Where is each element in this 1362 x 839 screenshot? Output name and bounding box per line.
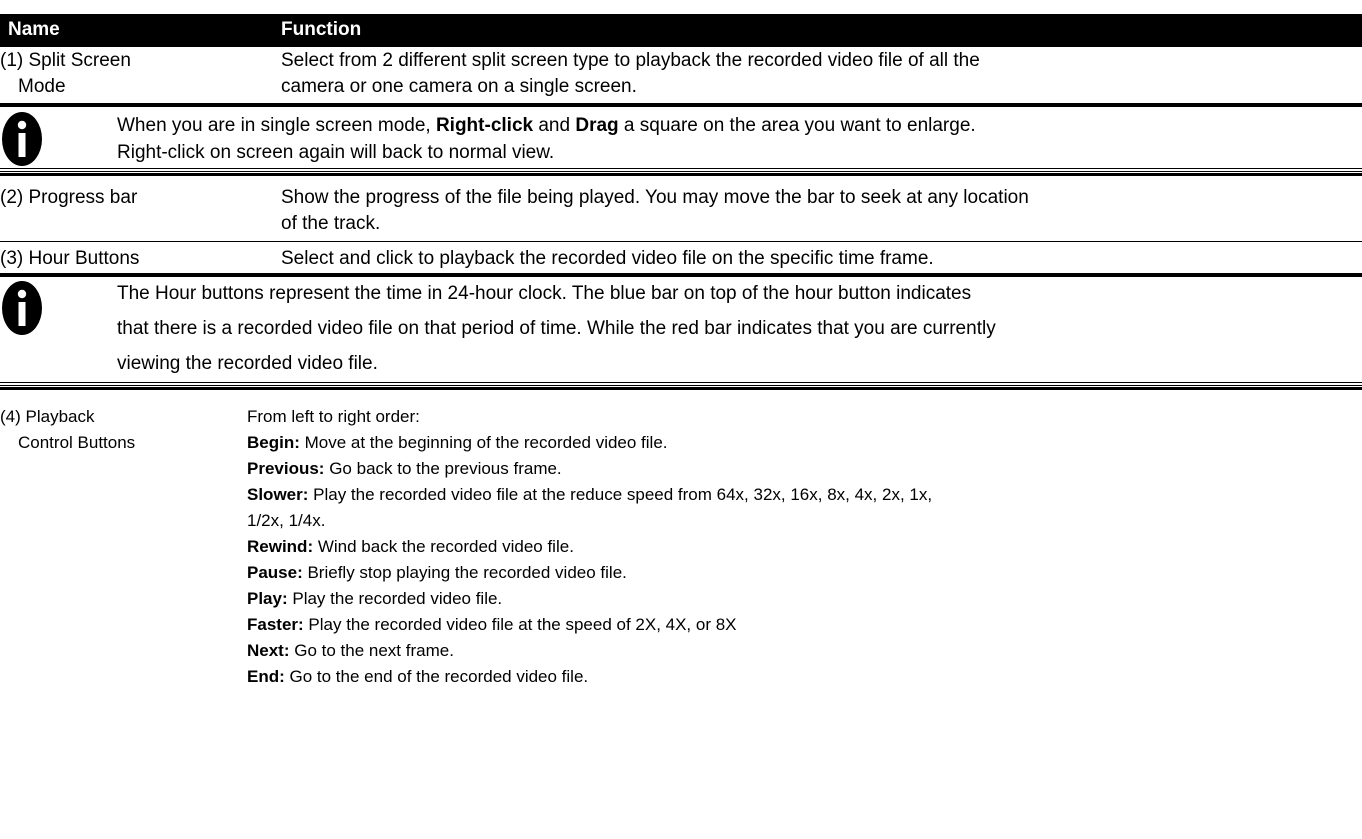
note2-line2: that there is a recorded video file on t… bbox=[117, 318, 996, 339]
list-item-slower-cont: 1/2x, 1/4x. bbox=[247, 511, 326, 530]
list-item-previous: Previous: Go back to the previous frame. bbox=[247, 459, 562, 478]
list-item-begin: Begin: Move at the beginning of the reco… bbox=[247, 433, 668, 452]
divider bbox=[0, 168, 1362, 169]
row2-desc-line1: Show the progress of the file being play… bbox=[281, 187, 1029, 208]
note1-line2: Right-click on screen again will back to… bbox=[117, 142, 555, 163]
list-item-end: End: Go to the end of the recorded video… bbox=[247, 667, 589, 686]
list-item-rewind: Rewind: Wind back the recorded video fil… bbox=[247, 537, 574, 556]
row3-desc: Select and click to playback the recorde… bbox=[281, 248, 934, 269]
divider bbox=[0, 273, 1362, 277]
list-item-play: Play: Play the recorded video file. bbox=[247, 589, 503, 608]
row1-desc-line2: camera or one camera on a single screen. bbox=[281, 76, 637, 97]
row2-desc-line2: of the track. bbox=[281, 213, 381, 234]
row1-desc-line1: Select from 2 different split screen typ… bbox=[281, 50, 980, 71]
note1-line1: When you are in single screen mode, Righ… bbox=[117, 115, 976, 136]
info-icon bbox=[2, 112, 42, 166]
divider bbox=[0, 241, 1362, 242]
row3-name: (3) Hour Buttons bbox=[0, 248, 140, 269]
row1-name-line2: Mode bbox=[18, 76, 66, 97]
row2-name: (2) Progress bar bbox=[0, 187, 138, 208]
divider bbox=[0, 382, 1362, 383]
list-item-next: Next: Go to the next frame. bbox=[247, 641, 454, 660]
double-divider bbox=[0, 171, 1362, 176]
list-item-faster: Faster: Play the recorded video file at … bbox=[247, 615, 737, 634]
divider bbox=[0, 103, 1362, 107]
list-item-pause: Pause: Briefly stop playing the recorded… bbox=[247, 563, 627, 582]
double-divider bbox=[0, 385, 1362, 390]
header-name: Name bbox=[8, 19, 60, 40]
list-item-slower: Slower: Play the recorded video file at … bbox=[247, 485, 933, 504]
row1-name-line1: (1) Split Screen bbox=[0, 50, 131, 71]
row4-intro: From left to right order: bbox=[247, 407, 420, 426]
note2-line1: The Hour buttons represent the time in 2… bbox=[117, 283, 972, 304]
note2-line3: viewing the recorded video file. bbox=[117, 353, 378, 374]
table-header: Name Function bbox=[0, 14, 1362, 47]
info-icon bbox=[2, 281, 42, 335]
header-function: Function bbox=[281, 19, 362, 40]
row4-name-line2: Control Buttons bbox=[18, 433, 136, 452]
row4-name-line1: (4) Playback bbox=[0, 407, 95, 426]
